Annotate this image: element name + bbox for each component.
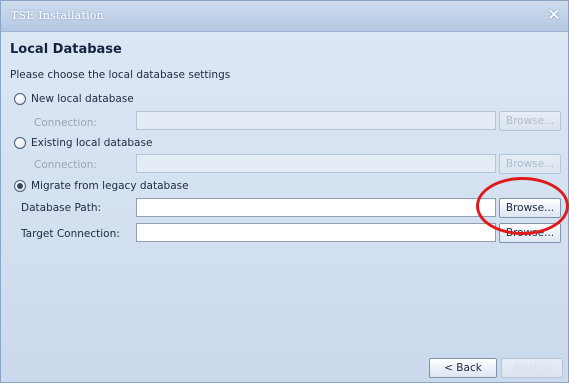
target-connection-input[interactable] <box>136 223 496 242</box>
page-title: Local Database <box>10 42 122 57</box>
existing-db-browse-button[interactable]: Browse... <box>499 154 561 174</box>
migrate-db-radio[interactable] <box>14 180 26 192</box>
new-db-label: New local database <box>31 93 134 105</box>
database-path-browse-button[interactable]: Browse... <box>499 198 561 218</box>
migrate-db-label: Migrate from legacy database <box>31 180 189 192</box>
existing-db-connection-input[interactable] <box>136 154 496 173</box>
close-icon[interactable]: ✕ <box>546 7 562 23</box>
database-path-label: Database Path: <box>21 202 102 214</box>
window-title: TSE Installation <box>11 9 104 22</box>
new-db-connection-label: Connection: <box>34 117 97 129</box>
new-db-connection-input[interactable] <box>136 111 496 130</box>
new-db-option[interactable]: New local database <box>14 91 134 107</box>
title-bar: TSE Installation ✕ <box>1 1 568 32</box>
target-connection-browse-button[interactable]: Browse... <box>499 223 561 243</box>
installer-window: TSE Installation ✕ Local Database Please… <box>0 0 569 383</box>
instructions-text: Please choose the local database setting… <box>10 69 231 81</box>
migrate-db-option[interactable]: Migrate from legacy database <box>14 178 189 194</box>
existing-db-connection-label: Connection: <box>34 159 97 171</box>
back-button[interactable]: < Back <box>429 358 497 378</box>
next-button[interactable]: Next > <box>501 358 563 378</box>
existing-db-label: Existing local database <box>31 137 153 149</box>
target-connection-label: Target Connection: <box>21 228 120 240</box>
database-path-input[interactable] <box>136 198 496 217</box>
existing-db-radio[interactable] <box>14 137 26 149</box>
existing-db-option[interactable]: Existing local database <box>14 135 152 151</box>
new-db-radio[interactable] <box>14 93 26 105</box>
new-db-browse-button[interactable]: Browse... <box>499 111 561 131</box>
